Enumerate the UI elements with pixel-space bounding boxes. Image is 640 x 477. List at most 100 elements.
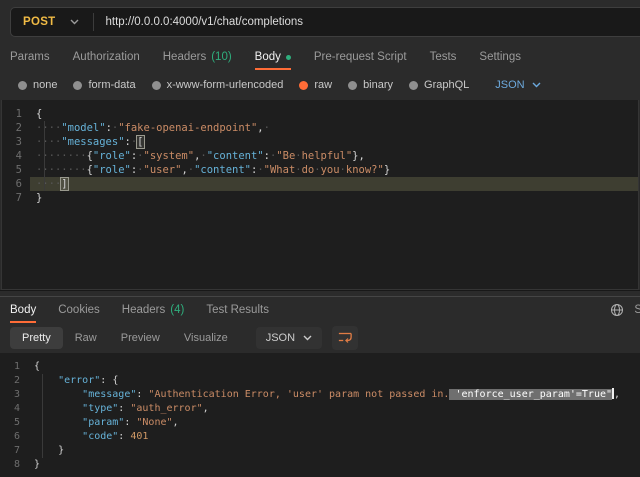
code-token: · xyxy=(264,122,270,134)
code-line[interactable]: 6 "code": 401 xyxy=(0,430,640,444)
tab-cookies[interactable]: Cookies xyxy=(58,297,100,323)
code-line[interactable]: 6····] xyxy=(2,177,638,191)
radio-raw[interactable]: raw xyxy=(299,79,332,91)
radio-dot xyxy=(152,81,161,90)
indent-guide xyxy=(44,121,45,191)
tab-headers[interactable]: Headers (10) xyxy=(163,44,232,70)
tab-pre-request-script[interactable]: Pre-request Script xyxy=(314,44,407,70)
radio-x-www-form-urlencoded[interactable]: x-www-form-urlencoded xyxy=(152,79,284,91)
tab-authorization[interactable]: Authorization xyxy=(73,44,140,70)
radio-dot xyxy=(409,81,418,90)
active-tab-underline xyxy=(255,68,291,70)
code-token: , xyxy=(203,403,209,414)
line-number: 6 xyxy=(0,430,20,444)
code-token: }, xyxy=(352,150,365,162)
response-format-select[interactable]: JSON xyxy=(256,327,322,349)
code-token: , xyxy=(173,417,179,428)
code-token: "Be xyxy=(276,150,295,162)
view-tab-pretty[interactable]: Pretty xyxy=(10,327,63,349)
radio-dot-selected xyxy=(299,81,308,90)
code-line[interactable]: 7} xyxy=(2,191,638,205)
code-line[interactable]: 4 "type": "auth_error", xyxy=(0,402,640,416)
code-token: "What xyxy=(264,164,296,176)
tab-response-headers[interactable]: Headers (4) xyxy=(122,297,185,323)
request-tabs: Params Authorization Headers (10) Body P… xyxy=(0,44,640,70)
code-token: "model" xyxy=(61,122,105,134)
line-number: 2 xyxy=(2,121,22,135)
line-number: 1 xyxy=(2,107,22,121)
code-line[interactable]: 1{ xyxy=(2,107,638,121)
code-line[interactable]: 5 "param": "None", xyxy=(0,416,640,430)
code-token: } xyxy=(384,164,390,176)
code-token: "role" xyxy=(93,150,131,162)
code-line[interactable]: 2····"model":·"fake-openai-endpoint",· xyxy=(2,121,638,135)
line-number: 8 xyxy=(0,458,20,472)
radio-dot xyxy=(348,81,357,90)
code-token: } xyxy=(58,445,64,456)
method-select[interactable]: POST xyxy=(11,16,93,28)
code-token: ···· xyxy=(36,122,61,134)
code-token: "role" xyxy=(93,164,131,176)
view-tab-visualize[interactable]: Visualize xyxy=(172,327,240,349)
code-token: "message" xyxy=(82,389,136,400)
code-token: ···· xyxy=(36,136,61,148)
chevron-down-icon xyxy=(303,335,312,341)
code-token: { xyxy=(34,361,40,372)
code-token: "fake-openai-endpoint" xyxy=(118,122,257,134)
code-token: "code" xyxy=(82,431,118,442)
line-number: 4 xyxy=(2,149,22,163)
line-number: 6 xyxy=(2,177,22,191)
method-label: POST xyxy=(23,16,56,28)
code-line[interactable]: 2 "error": { xyxy=(0,374,640,388)
view-tab-preview[interactable]: Preview xyxy=(109,327,172,349)
tab-response-body[interactable]: Body xyxy=(10,297,36,323)
radio-none[interactable]: none xyxy=(18,79,57,91)
line-number: 4 xyxy=(0,402,20,416)
tab-tests[interactable]: Tests xyxy=(430,44,457,70)
code-token: } xyxy=(34,459,40,470)
tab-settings[interactable]: Settings xyxy=(479,44,521,70)
radio-form-data[interactable]: form-data xyxy=(73,79,135,91)
line-number: 2 xyxy=(0,374,20,388)
tab-body[interactable]: Body xyxy=(255,44,291,70)
line-number: 5 xyxy=(0,416,20,430)
code-token: ···· xyxy=(36,178,61,190)
wrap-lines-button[interactable] xyxy=(332,326,358,350)
line-number: 5 xyxy=(2,163,22,177)
code-line[interactable]: 3 "message": "Authentication Error, 'use… xyxy=(0,388,640,402)
code-token: } xyxy=(36,192,42,204)
code-token: [ xyxy=(137,136,143,148)
radio-graphql[interactable]: GraphQL xyxy=(409,79,469,91)
view-tab-raw[interactable]: Raw xyxy=(63,327,109,349)
code-token: you xyxy=(321,164,340,176)
response-body-editor[interactable]: 1{2 "error": {3 "message": "Authenticati… xyxy=(0,353,640,477)
radio-binary[interactable]: binary xyxy=(348,79,393,91)
indent-guide xyxy=(42,374,43,458)
code-line[interactable]: 8} xyxy=(0,458,640,472)
radio-dot xyxy=(73,81,82,90)
code-line[interactable]: 7 } xyxy=(0,444,640,458)
tab-test-results[interactable]: Test Results xyxy=(206,297,269,323)
code-token xyxy=(34,375,58,386)
code-line[interactable]: 4········{"role":·"system",·"content":·"… xyxy=(2,149,638,163)
code-line[interactable]: 1{ xyxy=(0,360,640,374)
url-input[interactable]: http://0.0.0.0:4000/v1/chat/completions xyxy=(94,16,304,28)
active-tab-underline xyxy=(10,321,36,323)
status-text-clipped: S xyxy=(634,304,640,316)
code-line[interactable]: 3····"messages":·[ xyxy=(2,135,638,149)
chevron-down-icon xyxy=(70,19,79,25)
body-modified-dot xyxy=(286,55,291,60)
tab-params[interactable]: Params xyxy=(10,44,50,70)
code-token: , xyxy=(614,389,620,400)
line-number: 7 xyxy=(0,444,20,458)
body-format-select[interactable]: JSON xyxy=(495,79,540,91)
line-number: 3 xyxy=(2,135,22,149)
line-number: 3 xyxy=(0,388,20,402)
code-line[interactable]: 5········{"role":·"user",·"content":·"Wh… xyxy=(2,163,638,177)
radio-dot xyxy=(18,81,27,90)
code-token: "user" xyxy=(144,164,182,176)
request-url-bar: POST http://0.0.0.0:4000/v1/chat/complet… xyxy=(0,0,640,44)
globe-icon[interactable] xyxy=(610,303,624,317)
request-body-editor[interactable]: 1{2····"model":·"fake-openai-endpoint",·… xyxy=(1,100,639,290)
code-token: "content" xyxy=(207,150,264,162)
